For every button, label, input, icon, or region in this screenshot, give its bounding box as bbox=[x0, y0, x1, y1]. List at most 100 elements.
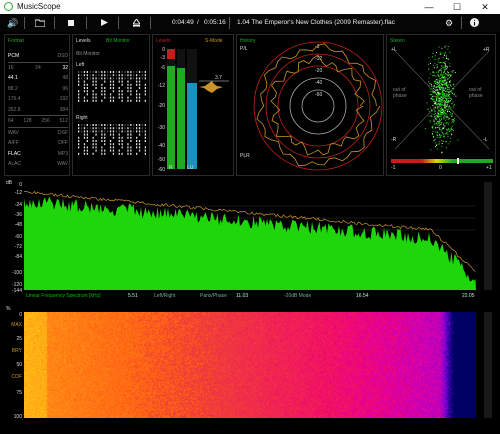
stereo-dot bbox=[446, 116, 448, 118]
bit-led bbox=[112, 96, 115, 99]
spectrum-y-label: -24 bbox=[14, 202, 22, 208]
stereo-dot bbox=[440, 103, 442, 104]
folder-icon[interactable] bbox=[32, 14, 48, 33]
spectrum-y-label: -48 bbox=[14, 222, 22, 228]
stereo-dot bbox=[453, 121, 455, 123]
stereo-dot bbox=[451, 103, 453, 105]
stereo-dot bbox=[439, 78, 441, 80]
bit-led bbox=[98, 77, 100, 80]
stereo-dot bbox=[452, 70, 454, 72]
stereo-dot bbox=[424, 128, 426, 129]
bit-led bbox=[92, 130, 94, 133]
stereo-dot bbox=[434, 116, 436, 118]
volume-icon[interactable]: 🔊 bbox=[5, 14, 21, 32]
bit-led bbox=[95, 87, 97, 89]
spectrogram-scrollbar[interactable] bbox=[484, 312, 492, 418]
stereo-dot bbox=[440, 140, 442, 142]
stereo-dot bbox=[444, 133, 446, 135]
pans-phase-toggle[interactable]: Pans/Phase bbox=[200, 293, 227, 299]
stereo-dot bbox=[451, 125, 453, 127]
bit-led bbox=[78, 146, 80, 149]
stereo-dot bbox=[442, 93, 444, 95]
format-cell: DSD bbox=[57, 53, 68, 59]
bit-led bbox=[130, 83, 132, 86]
stereo-dot bbox=[442, 80, 444, 82]
stereo-panel: Stereo +L +R -R -L out of phase out of p… bbox=[386, 34, 496, 176]
stereo-dot bbox=[440, 61, 442, 63]
bit-led bbox=[144, 77, 146, 80]
bit-led bbox=[136, 130, 138, 133]
bit-led bbox=[109, 93, 112, 96]
stereo-dot bbox=[442, 95, 444, 97]
bit-led bbox=[112, 133, 115, 136]
stereo-dot bbox=[433, 99, 435, 101]
play-button[interactable] bbox=[96, 14, 112, 32]
s-mode-toggle[interactable]: S-Mode bbox=[205, 38, 223, 44]
bit-led bbox=[118, 74, 120, 77]
left-right-toggle[interactable]: Left/Right bbox=[154, 293, 175, 299]
bit-led bbox=[101, 133, 103, 136]
bit-led bbox=[121, 80, 123, 83]
settings-gear-icon[interactable]: ⚙ bbox=[441, 14, 457, 32]
levels-mode[interactable]: Bit Monitor bbox=[106, 38, 130, 44]
bit-led bbox=[101, 87, 103, 89]
bit-led bbox=[136, 71, 138, 73]
bit-led bbox=[109, 80, 112, 83]
bit-led bbox=[78, 90, 80, 93]
minimize-button[interactable]: — bbox=[418, 0, 440, 14]
stereo-dot bbox=[443, 74, 445, 76]
bit-led bbox=[138, 130, 141, 133]
correlation-minus: -1 bbox=[391, 165, 396, 171]
stereo-dot bbox=[437, 83, 439, 85]
stereo-dot bbox=[455, 95, 457, 97]
stereo-dot bbox=[446, 102, 448, 104]
format-cell: 44.1 bbox=[8, 75, 18, 81]
info-icon[interactable] bbox=[466, 14, 482, 33]
stereo-dot bbox=[437, 100, 439, 102]
stereo-dot bbox=[449, 80, 451, 82]
stereo-dot bbox=[438, 112, 440, 114]
bit-led bbox=[92, 146, 94, 149]
stereo-dot bbox=[443, 104, 445, 106]
bit-led bbox=[83, 90, 86, 93]
stereo-dot bbox=[446, 97, 448, 99]
spectrum-scrollbar[interactable] bbox=[484, 182, 492, 290]
bit-led bbox=[138, 133, 141, 136]
bit-led bbox=[101, 140, 103, 142]
bit-led bbox=[86, 87, 88, 89]
bit-led bbox=[130, 77, 132, 80]
bit-led bbox=[130, 136, 132, 139]
bit-led bbox=[136, 140, 138, 142]
stereo-dot bbox=[446, 66, 448, 68]
stereo-dot bbox=[439, 69, 441, 71]
stereo-dot bbox=[442, 56, 444, 58]
bit-led bbox=[109, 127, 112, 130]
bit-led bbox=[95, 140, 97, 142]
stereo-dot bbox=[433, 75, 435, 77]
stereo-dot bbox=[429, 63, 431, 64]
stereo-dot bbox=[430, 90, 432, 92]
format-row: 44.1 48 bbox=[8, 73, 68, 84]
stereo-dot bbox=[448, 88, 450, 90]
stereo-dot bbox=[439, 62, 441, 64]
close-button[interactable]: ✕ bbox=[474, 0, 496, 14]
bit-led bbox=[118, 93, 120, 96]
stereo-dot bbox=[434, 139, 436, 141]
maximize-button[interactable]: ☐ bbox=[446, 0, 468, 14]
stereo-dot bbox=[448, 131, 450, 132]
stereo-dot bbox=[437, 94, 439, 96]
stereo-dot bbox=[438, 57, 440, 59]
bit-led bbox=[109, 96, 112, 99]
bit-led bbox=[115, 71, 117, 73]
spectrum-plot bbox=[24, 190, 476, 290]
stop-button[interactable] bbox=[63, 14, 79, 32]
history-ring bbox=[289, 77, 347, 135]
bit-led bbox=[127, 133, 129, 136]
right-meter-fill bbox=[177, 68, 185, 169]
stereo-dot bbox=[448, 107, 450, 109]
stereo-dot bbox=[444, 66, 446, 68]
eject-button[interactable] bbox=[128, 14, 144, 33]
stereo-dot bbox=[428, 111, 430, 113]
minus-20db-mode-toggle[interactable]: -20dB Mode bbox=[284, 293, 311, 299]
stereo-dot bbox=[443, 127, 445, 129]
